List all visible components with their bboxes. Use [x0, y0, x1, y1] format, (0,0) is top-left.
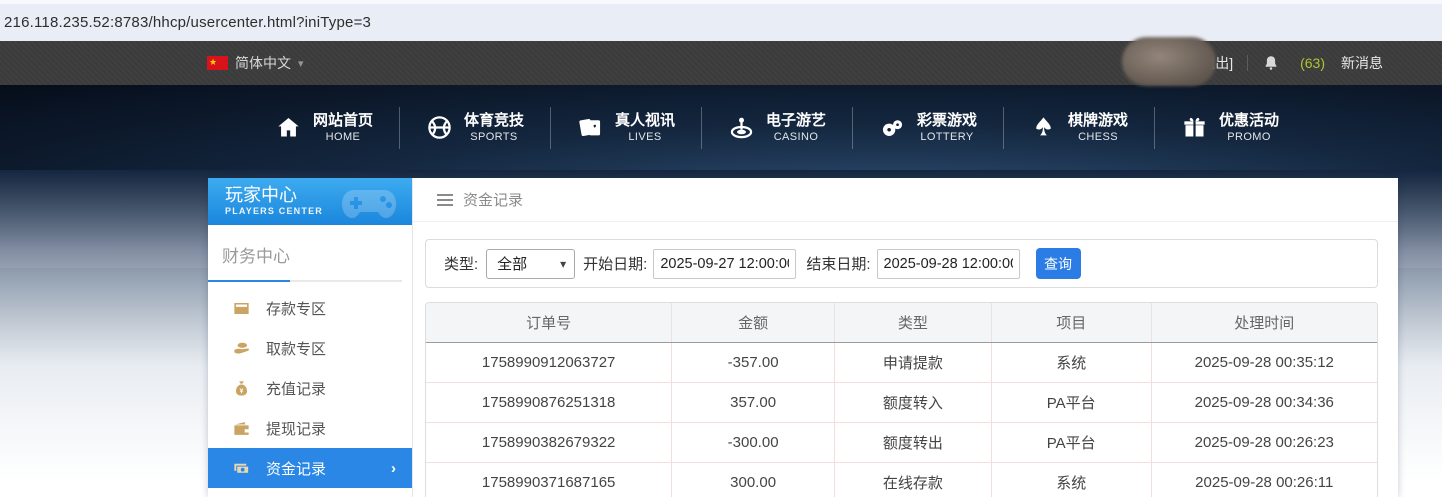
- new-messages-link[interactable]: 新消息: [1341, 53, 1383, 73]
- sidebar: 玩家中心 PLAYERS CENTER 财务中心 存款专区 取款专区 充值记录 …: [208, 178, 413, 497]
- nav-item-home[interactable]: 网站首页HOME: [249, 111, 399, 145]
- sidebar-item-deposit-zone[interactable]: 存款专区: [208, 288, 412, 328]
- playing-cards-icon: [577, 114, 604, 141]
- chevron-down-icon: ▾: [298, 57, 304, 70]
- lottery-balls-icon: [879, 114, 906, 141]
- username-redacted[interactable]: [1122, 37, 1216, 86]
- sidebar-item-recharge-records[interactable]: 充值记录: [208, 368, 412, 408]
- table-body: 1758990912063727 -357.00 申请提款 系统 2025-09…: [426, 343, 1377, 497]
- cell-amount: 300.00: [672, 463, 835, 497]
- cell-order-no: 1758990912063727: [426, 343, 672, 382]
- sidebar-item-funds-records[interactable]: 资金记录 ›: [208, 448, 412, 488]
- browser-url-bar[interactable]: 216.118.235.52:8783/hhcp/usercenter.html…: [0, 0, 1442, 41]
- header-order-no: 订单号: [426, 303, 672, 342]
- cell-project: 系统: [992, 463, 1152, 497]
- notification-bell-icon[interactable]: [1262, 54, 1280, 72]
- nav-item-lottery[interactable]: 彩票游戏LOTTERY: [853, 111, 1003, 145]
- cell-process-time: 2025-09-28 00:34:36: [1152, 383, 1377, 422]
- user-area: ▾ [退出] (63) 新消息: [1182, 53, 1442, 73]
- china-flag-icon: ★: [207, 56, 228, 70]
- start-date-label: 开始日期:: [583, 253, 647, 274]
- end-date-input[interactable]: [877, 249, 1020, 279]
- spade-icon: [1030, 114, 1057, 141]
- header-amount: 金额: [672, 303, 835, 342]
- nav-item-chess[interactable]: 棋牌游戏CHESS: [1004, 111, 1154, 145]
- cell-process-time: 2025-09-28 00:35:12: [1152, 343, 1377, 382]
- url-text[interactable]: 216.118.235.52:8783/hhcp/usercenter.html…: [4, 14, 371, 31]
- header-project: 项目: [992, 303, 1152, 342]
- chevron-right-icon: ›: [391, 460, 396, 477]
- records-table: 订单号 金额 类型 项目 处理时间 1758990912063727 -357.…: [425, 302, 1378, 497]
- section-underline: [208, 280, 402, 282]
- sidebar-item-lottery-bet-details[interactable]: 彩票下注明细: [208, 488, 412, 497]
- breadcrumb: 资金记录: [413, 178, 1398, 222]
- cell-type: 额度转出: [835, 423, 992, 462]
- hand-money-icon: [232, 339, 251, 358]
- basketball-icon: [426, 114, 453, 141]
- cell-order-no: 1758990371687165: [426, 463, 672, 497]
- table-row: 1758990912063727 -357.00 申请提款 系统 2025-09…: [426, 343, 1377, 383]
- type-select[interactable]: 全部 ▾: [486, 249, 575, 279]
- cell-order-no: 1758990382679322: [426, 423, 672, 462]
- banknotes-icon: [232, 459, 251, 478]
- gift-icon: [1181, 114, 1208, 141]
- end-date-label: 结束日期:: [806, 253, 870, 274]
- cell-amount: -300.00: [672, 423, 835, 462]
- filter-bar: 类型: 全部 ▾ 开始日期: 结束日期: 查询: [425, 239, 1378, 288]
- cell-project: PA平台: [992, 423, 1152, 462]
- home-icon: [275, 114, 302, 141]
- cell-amount: -357.00: [672, 343, 835, 382]
- cell-project: PA平台: [992, 383, 1152, 422]
- sidebar-header: 玩家中心 PLAYERS CENTER: [208, 178, 412, 225]
- nav-item-casino[interactable]: 电子游艺CASINO: [702, 111, 852, 145]
- cell-process-time: 2025-09-28 00:26:11: [1152, 463, 1377, 497]
- breadcrumb-label: 资金记录: [463, 189, 523, 210]
- page-body: 玩家中心 PLAYERS CENTER 财务中心 存款专区 取款专区 充值记录 …: [0, 170, 1442, 497]
- cell-project: 系统: [992, 343, 1152, 382]
- cell-type: 额度转入: [835, 383, 992, 422]
- deposit-card-icon: [232, 299, 251, 318]
- start-date-input[interactable]: [653, 249, 796, 279]
- search-button[interactable]: 查询: [1036, 248, 1081, 279]
- sidebar-item-withdrawal-records[interactable]: 提现记录: [208, 408, 412, 448]
- header-process-time: 处理时间: [1152, 303, 1377, 342]
- table-row: 1758990371687165 300.00 在线存款 系统 2025-09-…: [426, 463, 1377, 497]
- cell-type: 在线存款: [835, 463, 992, 497]
- cell-order-no: 1758990876251318: [426, 383, 672, 422]
- wallet-icon: [232, 419, 251, 438]
- gamepad-icon: [340, 186, 398, 222]
- content-panel: 玩家中心 PLAYERS CENTER 财务中心 存款专区 取款专区 充值记录 …: [208, 178, 1398, 497]
- header-type: 类型: [835, 303, 992, 342]
- cell-amount: 357.00: [672, 383, 835, 422]
- divider: [1247, 55, 1248, 71]
- topbar: ★ 简体中文 ▾ ▾ [退出] (63) 新消息: [0, 41, 1442, 85]
- cell-process-time: 2025-09-28 00:26:23: [1152, 423, 1377, 462]
- language-label: 简体中文: [235, 53, 291, 73]
- sidebar-item-withdraw-zone[interactable]: 取款专区: [208, 328, 412, 368]
- roulette-icon: [728, 114, 755, 141]
- type-select-value: 全部: [497, 253, 527, 274]
- language-selector[interactable]: ★ 简体中文 ▾: [0, 53, 304, 73]
- nav-item-promo[interactable]: 优惠活动PROMO: [1155, 111, 1305, 145]
- type-label: 类型:: [444, 253, 478, 274]
- select-caret-icon: ▾: [560, 257, 566, 271]
- table-row: 1758990876251318 357.00 额度转入 PA平台 2025-0…: [426, 383, 1377, 423]
- message-count-badge[interactable]: (63): [1300, 55, 1325, 71]
- sidebar-section-title: 财务中心: [208, 225, 412, 267]
- main-content: 资金记录 类型: 全部 ▾ 开始日期: 结束日期: 查询 订单号 金额 类型: [413, 178, 1398, 497]
- money-bag-icon: [232, 379, 251, 398]
- nav-item-sports[interactable]: 体育竞技SPORTS: [400, 111, 550, 145]
- table-header-row: 订单号 金额 类型 项目 处理时间: [426, 303, 1377, 343]
- cell-type: 申请提款: [835, 343, 992, 382]
- main-navigation: 网站首页HOME 体育竞技SPORTS 真人视讯LIVES 电子游艺CASINO…: [0, 85, 1442, 170]
- table-row: 1758990382679322 -300.00 额度转出 PA平台 2025-…: [426, 423, 1377, 463]
- nav-item-lives[interactable]: 真人视讯LIVES: [551, 111, 701, 145]
- hamburger-menu-icon[interactable]: [437, 191, 453, 209]
